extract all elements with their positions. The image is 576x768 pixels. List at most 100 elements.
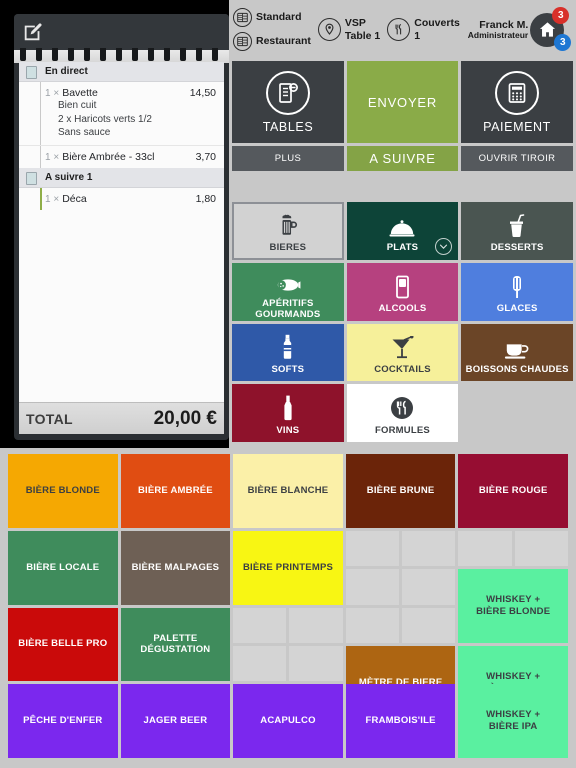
product-cell-empty [514,530,568,567]
category-empty [461,384,573,442]
grid-icon-2 [233,32,252,51]
receipt-total-bar: TOTAL 20,00 € [19,402,224,434]
product-label: BIÈRE BELLE PRO [18,638,108,650]
product-bi-re-blanche[interactable]: BIÈRE BLANCHE [233,454,343,528]
product-p-che-d-enfer[interactable]: PÊCHE D'ENFER [8,684,118,758]
category-ap-ritifs-gourmands[interactable]: APÉRITIFS GOURMANDS [232,262,344,321]
envoyer-button[interactable]: ENVOYER [347,61,458,143]
product-bi-re-printemps[interactable]: BIÈRE PRINTEMPS [233,530,343,605]
product-acapulco[interactable]: ACAPULCO [233,684,343,758]
item-qty: 1 × [45,193,60,205]
edit-icon[interactable] [22,21,44,43]
product-cell-empty [345,607,400,643]
category-cocktails[interactable]: COCKTAILS [346,323,459,382]
category-softs[interactable]: SOFTS [232,323,344,382]
item-name: Bavette [62,87,98,99]
user-name: Franck M. [479,18,529,31]
product-cell-empty [289,607,343,643]
paiement-button[interactable]: PAIEMENT [461,61,573,143]
product-cell-empty [402,569,456,605]
product-frambois-ile[interactable]: FRAMBOIS'ILE [345,684,456,758]
item-qty: 1 × [45,151,60,163]
product-cell-empty [402,530,456,567]
category-boissons-chaudes[interactable]: BOISSONS CHAUDES [461,323,573,382]
receipt-item[interactable]: 1 × Bavette 14,50 Bien cuit 2 x Haricots ver… [19,82,224,145]
home-icon [539,22,555,37]
product-cell-empty [289,645,343,682]
product-bi-re-ambr-e[interactable]: BIÈRE AMBRÉE [120,454,231,528]
product-cell-empty [402,607,456,643]
chevron-down-icon[interactable] [435,237,453,255]
item-price: 3,70 [195,150,216,163]
category-label: APÉRITIFS GOURMANDS [255,297,321,320]
tables-button[interactable]: TABLES [232,61,344,143]
plus-button[interactable]: PLUS [232,146,344,171]
product-whiskey-bi-re-ipa[interactable]: WHISKEY + BIÈRE IPA [458,684,568,758]
coffee-cup-icon [504,330,530,360]
product-bi-re-malpages[interactable]: BIÈRE MALPAGES [120,530,231,605]
table-name-label: Table 1 [344,29,381,42]
product-bi-re-belle-pro[interactable]: BIÈRE BELLE PRO [8,607,118,682]
plus-label: PLUS [274,153,302,164]
home-button[interactable]: 3 3 [530,6,572,51]
dessert-cup-icon [507,208,527,238]
right-panel: Standard Restaurant VSP Table 1 Couverts… [229,0,576,448]
product-label: WHISKEY + BIÈRE BLONDE [476,594,551,617]
product-bi-re-locale[interactable]: BIÈRE LOCALE [8,530,118,605]
pos-app: En direct 1 × Bavette 14,50 Bien cuit 2 x Har… [0,0,576,768]
receipt-item-main: 1 × Déca 1,80 [45,193,216,205]
category-plats[interactable]: PLATS [346,202,459,260]
category-bieres[interactable]: BIERES [232,202,344,260]
asuivre-label: A SUIVRE [369,151,436,166]
product-bi-re-rouge[interactable]: BIÈRE ROUGE [458,454,568,528]
covers-group[interactable]: Couverts 1 [387,17,460,42]
ice-cream-icon [510,269,524,299]
product-bi-re-blonde[interactable]: BIÈRE BLONDE [8,454,118,528]
covers-label: Couverts [414,17,460,30]
receipt-item[interactable]: 1 × Bière Ambrée - 33cl 3,70 [19,145,224,168]
wine-bottle-icon [282,391,294,421]
notification-badge-blue[interactable]: 3 [554,33,572,51]
note-icon [26,171,37,185]
category-desserts[interactable]: DESSERTS [461,202,573,260]
product-label: BIÈRE MALPAGES [131,561,220,573]
item-rule [40,82,41,145]
table-group[interactable]: VSP Table 1 [317,17,381,42]
category-label: PLATS [386,242,419,254]
category-vins[interactable]: VINS [232,384,344,442]
asuivre-button[interactable]: A SUIVRE [347,146,458,171]
product-bi-re-brune[interactable]: BIÈRE BRUNE [345,454,456,528]
product-cell-empty [233,645,287,682]
mode-group[interactable]: Standard Restaurant [233,8,311,51]
ouvrir-tiroir-button[interactable]: OUVRIR TIROIR [461,146,573,171]
item-option: 2 x Haricots verts 1/2 [58,113,152,125]
receipt-item[interactable]: 1 × Déca 1,80 [19,187,224,210]
product-whiskey-bi-re-blonde[interactable]: WHISKEY + BIÈRE BLONDE [458,569,568,643]
category-formules[interactable]: FORMULES [346,384,459,442]
receipt-paper: En direct 1 × Bavette 14,50 Bien cuit 2 x Har… [19,62,224,407]
note-icon [26,66,37,79]
item-rule [40,145,41,168]
calculator-icon [495,70,539,115]
product-label: BIÈRE ROUGE [478,484,548,496]
product-jager-beer[interactable]: JAGER BEER [120,684,231,758]
product-label: BIÈRE BLANCHE [247,484,329,496]
product-palette-d-gustation[interactable]: PALETTE DÉGUSTATION [120,607,231,682]
product-label: BIÈRE AMBRÉE [137,484,213,496]
product-grid-area: BIÈRE BLONDE BIÈRE AMBRÉE BIÈRE BLANCHE BIÈ… [0,448,576,768]
category-label: FORMULES [375,424,430,436]
item-name: Déca [62,192,87,205]
beer-mug-icon [277,208,299,238]
receipt-item-main: 1 × Bavette 14,50 [45,87,216,99]
category-alcools[interactable]: ALCOOLS [346,262,459,321]
receipt-panel: En direct 1 × Bavette 14,50 Bien cuit 2 x Har… [14,14,229,440]
paiement-label: PAIEMENT [483,119,551,134]
category-glaces[interactable]: GLACES [461,262,573,321]
product-label: FRAMBOIS'ILE [365,715,436,727]
envoyer-label: ENVOYER [367,94,438,110]
product-label: ACAPULCO [260,715,316,727]
user-block[interactable]: Franck M. Administrateur [468,19,528,41]
product-cell-empty [345,530,400,567]
status-header: Standard Restaurant VSP Table 1 Couverts… [229,0,576,59]
notification-badge-red[interactable]: 3 [552,6,570,24]
